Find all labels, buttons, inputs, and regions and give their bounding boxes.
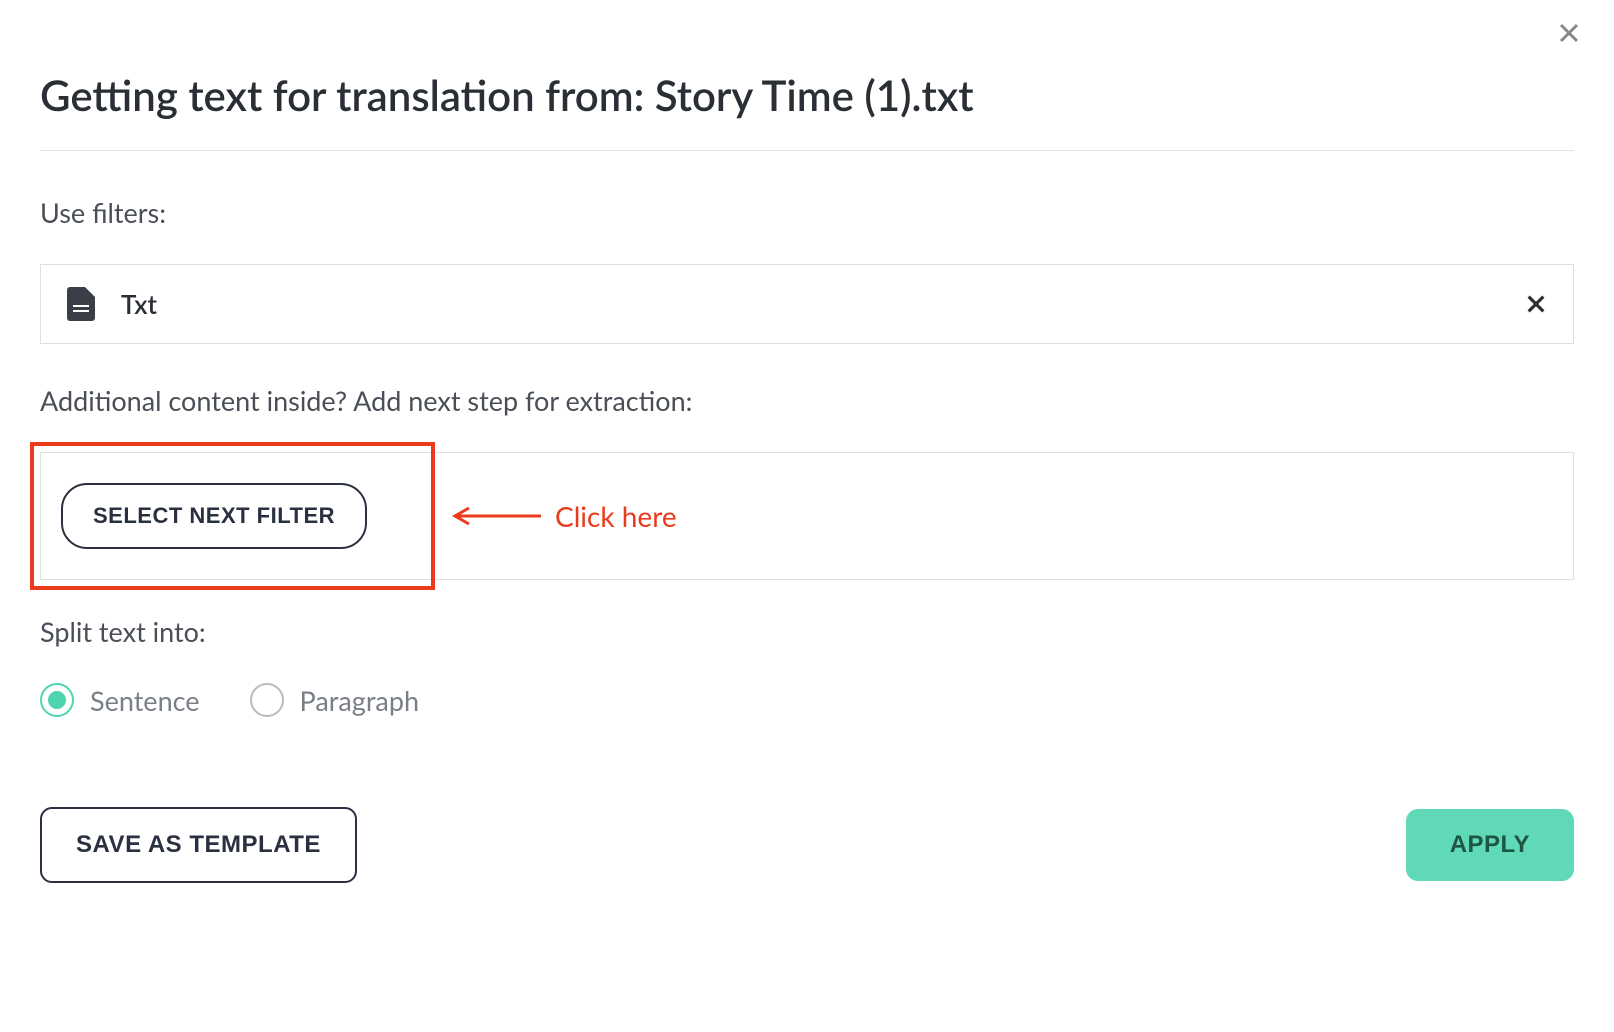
radio-label: Sentence — [90, 684, 200, 717]
next-step-label: Additional content inside? Add next step… — [40, 384, 1574, 417]
annotation-text: Click here — [555, 499, 677, 533]
close-icon — [1557, 21, 1581, 45]
select-next-filter-button[interactable]: SELECT NEXT FILTER — [61, 483, 367, 549]
arrow-left-icon — [451, 506, 541, 526]
radio-icon — [40, 683, 74, 717]
radio-label: Paragraph — [300, 684, 420, 717]
filter-item: Txt — [40, 264, 1574, 344]
use-filters-label: Use filters: — [40, 196, 1574, 229]
divider — [40, 150, 1574, 151]
split-radio-group: Sentence Paragraph — [40, 683, 1574, 717]
split-label: Split text into: — [40, 615, 1574, 648]
dialog-title: Getting text for translation from: Story… — [40, 70, 1574, 120]
radio-sentence[interactable]: Sentence — [40, 683, 200, 717]
close-icon — [1525, 293, 1547, 315]
document-icon — [67, 287, 95, 321]
filter-name: Txt — [121, 288, 1525, 320]
next-step-container: SELECT NEXT FILTER Click here — [40, 452, 1574, 580]
radio-paragraph[interactable]: Paragraph — [250, 683, 420, 717]
save-as-template-button[interactable]: SAVE AS TEMPLATE — [40, 807, 357, 883]
radio-icon — [250, 683, 284, 717]
close-button[interactable] — [1554, 18, 1584, 48]
footer: SAVE AS TEMPLATE APPLY — [40, 807, 1574, 883]
annotation-arrow: Click here — [451, 499, 677, 533]
apply-button[interactable]: APPLY — [1406, 809, 1574, 881]
remove-filter-button[interactable] — [1525, 293, 1547, 315]
